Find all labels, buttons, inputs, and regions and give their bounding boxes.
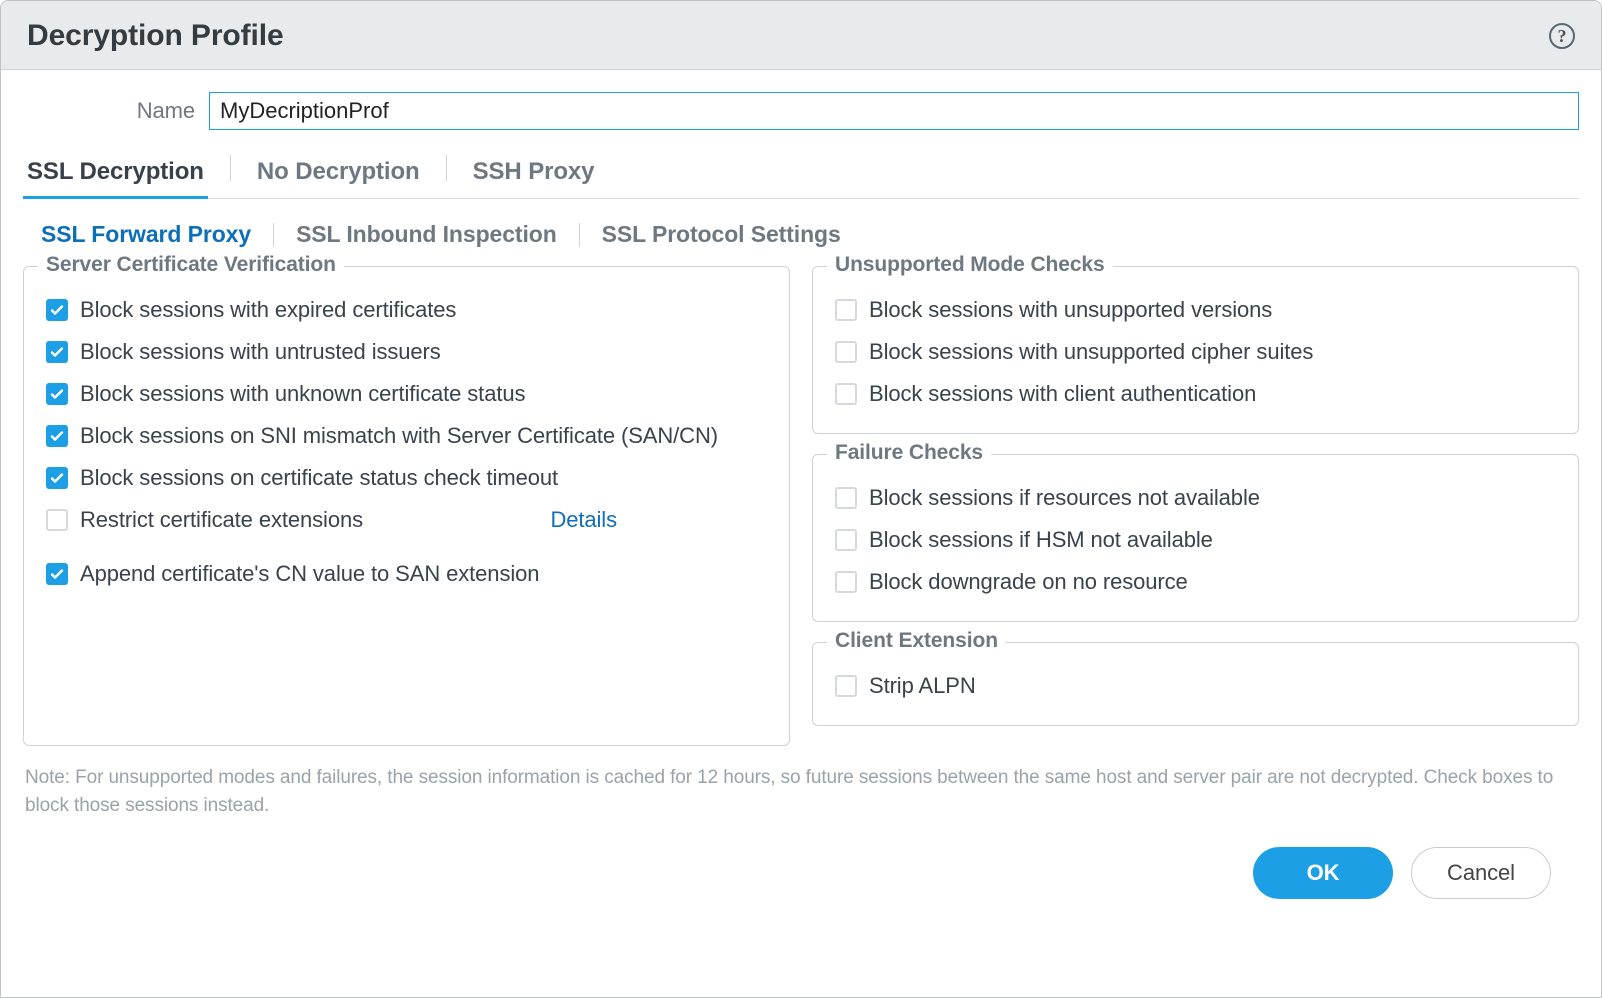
check-label: Block downgrade on no resource xyxy=(869,569,1188,595)
fieldset-server-cert-verification: Server Certificate Verification Block se… xyxy=(23,266,790,746)
check-block-unsupported-ciphers[interactable]: Block sessions with unsupported cipher s… xyxy=(833,331,1558,373)
tab-ssl-inbound-inspection[interactable]: SSL Inbound Inspection xyxy=(296,221,557,248)
check-label: Block sessions with unknown certificate … xyxy=(80,381,525,407)
decryption-profile-dialog: Decryption Profile ? Name SSL Decryption… xyxy=(0,0,1602,998)
checkbox-icon[interactable] xyxy=(46,383,68,405)
cancel-button[interactable]: Cancel xyxy=(1411,847,1551,899)
fieldset-failure-checks: Failure Checks Block sessions if resourc… xyxy=(812,454,1579,622)
check-label: Restrict certificate extensions xyxy=(80,507,363,533)
check-block-cert-status-timeout[interactable]: Block sessions on certificate status che… xyxy=(44,457,769,499)
checkbox-icon[interactable] xyxy=(46,563,68,585)
check-block-sni-mismatch[interactable]: Block sessions on SNI mismatch with Serv… xyxy=(44,415,769,457)
checkbox-icon[interactable] xyxy=(835,299,857,321)
check-label: Block sessions with expired certificates xyxy=(80,297,456,323)
check-block-untrusted-issuers[interactable]: Block sessions with untrusted issuers xyxy=(44,331,769,373)
name-input[interactable] xyxy=(209,92,1579,130)
top-tabs: SSL Decryption No Decryption SSH Proxy xyxy=(23,148,1579,199)
check-block-expired-certs[interactable]: Block sessions with expired certificates xyxy=(44,289,769,331)
checkbox-icon[interactable] xyxy=(835,571,857,593)
settings-columns: Server Certificate Verification Block se… xyxy=(23,266,1579,746)
fieldset-legend: Server Certificate Verification xyxy=(38,253,344,277)
check-label: Block sessions with unsupported versions xyxy=(869,297,1272,323)
check-label: Block sessions if resources not availabl… xyxy=(869,485,1260,511)
check-label: Block sessions on SNI mismatch with Serv… xyxy=(80,423,718,449)
checkbox-icon[interactable] xyxy=(46,509,68,531)
check-label: Strip ALPN xyxy=(869,673,976,699)
tab-ssl-forward-proxy[interactable]: SSL Forward Proxy xyxy=(41,221,251,248)
check-block-resources-na[interactable]: Block sessions if resources not availabl… xyxy=(833,477,1558,519)
check-label: Block sessions if HSM not available xyxy=(869,527,1213,553)
check-block-unsupported-versions[interactable]: Block sessions with unsupported versions xyxy=(833,289,1558,331)
dialog-title: Decryption Profile xyxy=(27,19,284,53)
check-block-unknown-cert-status[interactable]: Block sessions with unknown certificate … xyxy=(44,373,769,415)
checkbox-icon[interactable] xyxy=(835,529,857,551)
help-icon[interactable]: ? xyxy=(1549,23,1575,49)
dialog-body: Name SSL Decryption No Decryption SSH Pr… xyxy=(1,70,1601,997)
name-label: Name xyxy=(23,98,195,124)
tab-no-decryption[interactable]: No Decryption xyxy=(253,148,424,198)
check-label: Block sessions with unsupported cipher s… xyxy=(869,339,1313,365)
fieldset-legend: Client Extension xyxy=(827,629,1006,653)
check-block-hsm-na[interactable]: Block sessions if HSM not available xyxy=(833,519,1558,561)
check-restrict-cert-extensions[interactable]: Restrict certificate extensions Details xyxy=(44,499,769,541)
dialog-header: Decryption Profile ? xyxy=(1,1,1601,70)
checkbox-icon[interactable] xyxy=(46,425,68,447)
footer-note: Note: For unsupported modes and failures… xyxy=(25,764,1577,819)
check-block-client-auth[interactable]: Block sessions with client authenticatio… xyxy=(833,373,1558,415)
tab-ssl-decryption[interactable]: SSL Decryption xyxy=(23,148,208,198)
fieldset-client-extension: Client Extension Strip ALPN xyxy=(812,642,1579,726)
tab-separator xyxy=(579,223,580,247)
left-column: Server Certificate Verification Block se… xyxy=(23,266,790,746)
checkbox-icon[interactable] xyxy=(46,467,68,489)
fieldset-legend: Unsupported Mode Checks xyxy=(827,253,1113,277)
tab-separator xyxy=(230,155,231,181)
right-column: Unsupported Mode Checks Block sessions w… xyxy=(812,266,1579,726)
check-label: Block sessions on certificate status che… xyxy=(80,465,558,491)
checkbox-icon[interactable] xyxy=(835,383,857,405)
check-label: Append certificate's CN value to SAN ext… xyxy=(80,561,539,587)
checkbox-icon[interactable] xyxy=(46,299,68,321)
tab-ssh-proxy[interactable]: SSH Proxy xyxy=(469,148,599,198)
dialog-footer: OK Cancel xyxy=(23,819,1579,925)
name-row: Name xyxy=(23,92,1579,130)
check-block-downgrade-no-resource[interactable]: Block downgrade on no resource xyxy=(833,561,1558,603)
checkbox-icon[interactable] xyxy=(835,675,857,697)
tab-separator xyxy=(273,223,274,247)
tab-ssl-protocol-settings[interactable]: SSL Protocol Settings xyxy=(602,221,841,248)
checkbox-icon[interactable] xyxy=(835,487,857,509)
check-label: Block sessions with untrusted issuers xyxy=(80,339,441,365)
check-append-cn-to-san[interactable]: Append certificate's CN value to SAN ext… xyxy=(44,553,769,595)
fieldset-legend: Failure Checks xyxy=(827,441,991,465)
checkbox-icon[interactable] xyxy=(835,341,857,363)
tab-separator xyxy=(446,155,447,181)
fieldset-unsupported-mode-checks: Unsupported Mode Checks Block sessions w… xyxy=(812,266,1579,434)
check-strip-alpn[interactable]: Strip ALPN xyxy=(833,665,1558,707)
check-label: Block sessions with client authenticatio… xyxy=(869,381,1256,407)
details-link[interactable]: Details xyxy=(550,507,617,533)
ok-button[interactable]: OK xyxy=(1253,847,1393,899)
checkbox-icon[interactable] xyxy=(46,341,68,363)
